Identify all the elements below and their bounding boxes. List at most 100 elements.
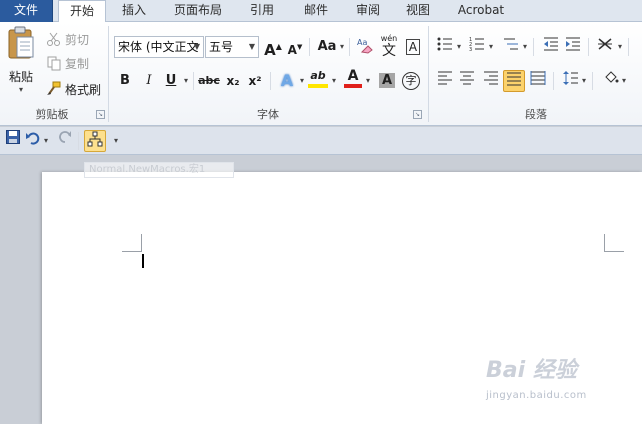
tab-view[interactable]: 视图 bbox=[396, 0, 440, 22]
decrease-indent-button[interactable] bbox=[540, 36, 562, 58]
font-name-combo[interactable]: 宋体 (中文正文 ▼ bbox=[114, 36, 204, 58]
line-spacing-button[interactable] bbox=[560, 70, 582, 92]
chevron-down-icon[interactable]: ▾ bbox=[298, 70, 306, 92]
align-left-button[interactable] bbox=[434, 70, 456, 92]
tab-mailings[interactable]: 邮件 bbox=[294, 0, 338, 22]
change-case-glyph: Aa bbox=[317, 39, 337, 54]
undo-icon bbox=[26, 132, 40, 145]
quick-access-toolbar: ▾ ▾ bbox=[0, 127, 642, 155]
copy-label: 复制 bbox=[65, 56, 90, 71]
svg-text:Aa: Aa bbox=[357, 38, 367, 47]
line-spacing-icon bbox=[563, 71, 578, 85]
tab-insert[interactable]: 插入 bbox=[112, 0, 156, 22]
align-center-icon bbox=[460, 71, 474, 85]
chevron-down-icon[interactable]: ▾ bbox=[580, 70, 588, 92]
chevron-down-icon[interactable]: ▾ bbox=[182, 70, 190, 92]
multilevel-list-button[interactable] bbox=[500, 36, 522, 58]
watermark-logo: Bai 经验 jingyan.baidu.com bbox=[486, 352, 616, 412]
enclose-characters-button[interactable]: 字 bbox=[400, 70, 422, 92]
bold-glyph: B bbox=[120, 73, 130, 88]
tab-file[interactable]: 文件 bbox=[0, 0, 53, 22]
align-right-button[interactable] bbox=[480, 70, 502, 92]
clear-formatting-button[interactable]: Aa bbox=[354, 36, 376, 58]
tab-acrobat[interactable]: Acrobat bbox=[448, 0, 514, 22]
bullet-list-icon bbox=[437, 37, 452, 51]
save-button[interactable] bbox=[2, 130, 24, 152]
enclose-characters-glyph: 字 bbox=[402, 72, 420, 90]
font-group-label: 字体 bbox=[257, 108, 279, 121]
increase-indent-button[interactable] bbox=[562, 36, 584, 58]
watermark-brand: Bai 经验 bbox=[486, 358, 577, 383]
font-size-combo[interactable]: 五号 ▼ bbox=[205, 36, 259, 58]
format-painter-button[interactable]: 格式刷 bbox=[46, 78, 101, 100]
divider bbox=[349, 38, 350, 56]
divider bbox=[533, 38, 534, 56]
tab-references[interactable]: 引用 bbox=[240, 0, 284, 22]
numbering-button[interactable]: 123 bbox=[466, 36, 488, 58]
distributed-button[interactable] bbox=[527, 70, 549, 92]
clipboard-dialog-launcher[interactable]: ↘ bbox=[96, 110, 105, 119]
subscript-button[interactable]: x₂ bbox=[222, 70, 244, 92]
chevron-down-icon[interactable]: ▾ bbox=[330, 70, 338, 92]
bullets-button[interactable] bbox=[434, 36, 456, 58]
strikethrough-button[interactable]: abc bbox=[196, 70, 222, 92]
italic-button[interactable]: I bbox=[138, 70, 160, 92]
macro-icon bbox=[87, 131, 103, 147]
character-border-glyph: A bbox=[405, 39, 421, 55]
shrink-font-button[interactable]: A▼ bbox=[284, 36, 306, 58]
redo-button[interactable] bbox=[54, 130, 76, 152]
bold-button[interactable]: B bbox=[114, 70, 136, 92]
customize-toolbar-icon[interactable]: ▾ bbox=[112, 130, 120, 152]
italic-glyph: I bbox=[146, 73, 152, 88]
clipboard-icon bbox=[8, 26, 34, 59]
format-painter-label: 格式刷 bbox=[65, 82, 102, 97]
shading-button[interactable] bbox=[600, 70, 622, 92]
divider bbox=[78, 132, 79, 150]
divider bbox=[270, 72, 271, 90]
change-case-button[interactable]: Aa bbox=[314, 36, 340, 58]
chevron-down-icon[interactable]: ▾ bbox=[487, 36, 495, 58]
font-color-button[interactable]: A bbox=[342, 68, 364, 90]
indent-icon bbox=[566, 37, 580, 51]
chevron-down-icon[interactable]: ▾ bbox=[616, 36, 624, 58]
chevron-down-icon[interactable]: ▾ bbox=[620, 70, 628, 92]
chevron-down-icon[interactable]: ▾ bbox=[455, 36, 463, 58]
character-border-button[interactable]: A bbox=[402, 36, 424, 58]
paste-button[interactable]: 粘贴 ▾ bbox=[4, 26, 38, 96]
highlight-button[interactable]: ab bbox=[306, 68, 330, 90]
copy-button[interactable]: 复制 bbox=[46, 52, 89, 74]
top-left-margin-mark bbox=[122, 234, 142, 252]
tab-page-layout[interactable]: 页面布局 bbox=[166, 0, 230, 22]
phonetic-guide-button[interactable]: wén 文 bbox=[378, 34, 400, 58]
chevron-down-icon[interactable]: ▾ bbox=[521, 36, 529, 58]
redo-icon bbox=[59, 131, 71, 143]
character-shading-button[interactable]: A bbox=[376, 70, 398, 92]
ribbon: 粘贴 ▾ 剪切 复制 格式刷 剪贴板 ↘ 宋体 (中文正文 ▼ 五号 ▼ A▲ … bbox=[0, 22, 642, 126]
undo-button[interactable] bbox=[22, 130, 44, 152]
grow-font-glyph: A bbox=[264, 41, 276, 59]
svg-text:3: 3 bbox=[469, 47, 472, 52]
group-divider bbox=[428, 26, 429, 122]
underline-button[interactable]: U bbox=[160, 70, 182, 92]
paragraph-group-label: 段落 bbox=[525, 108, 547, 121]
chevron-down-icon[interactable]: ▾ bbox=[338, 36, 346, 58]
text-effects-icon: A bbox=[280, 71, 294, 90]
cut-button[interactable]: 剪切 bbox=[46, 28, 89, 50]
chevron-down-icon[interactable]: ▾ bbox=[364, 70, 372, 92]
tab-review[interactable]: 审阅 bbox=[346, 0, 390, 22]
chevron-down-icon: ▾ bbox=[18, 85, 23, 94]
align-center-button[interactable] bbox=[456, 70, 478, 92]
text-effects-button[interactable]: A bbox=[276, 70, 298, 92]
font-dialog-launcher[interactable]: ↘ bbox=[413, 110, 422, 119]
shrink-font-glyph: A bbox=[287, 43, 297, 57]
superscript-button[interactable]: x² bbox=[244, 70, 266, 92]
macro-tooltip: Normal.NewMacros.宏1 bbox=[84, 162, 234, 178]
chevron-down-icon[interactable]: ▾ bbox=[42, 130, 50, 152]
justify-icon bbox=[507, 72, 521, 86]
copy-icon bbox=[46, 55, 62, 71]
tab-home[interactable]: 开始 bbox=[58, 0, 106, 23]
chinese-layout-button[interactable] bbox=[594, 36, 616, 58]
grow-font-button[interactable]: A▲ bbox=[262, 36, 284, 59]
justify-button[interactable] bbox=[503, 70, 525, 92]
run-macro-button[interactable] bbox=[84, 130, 106, 152]
